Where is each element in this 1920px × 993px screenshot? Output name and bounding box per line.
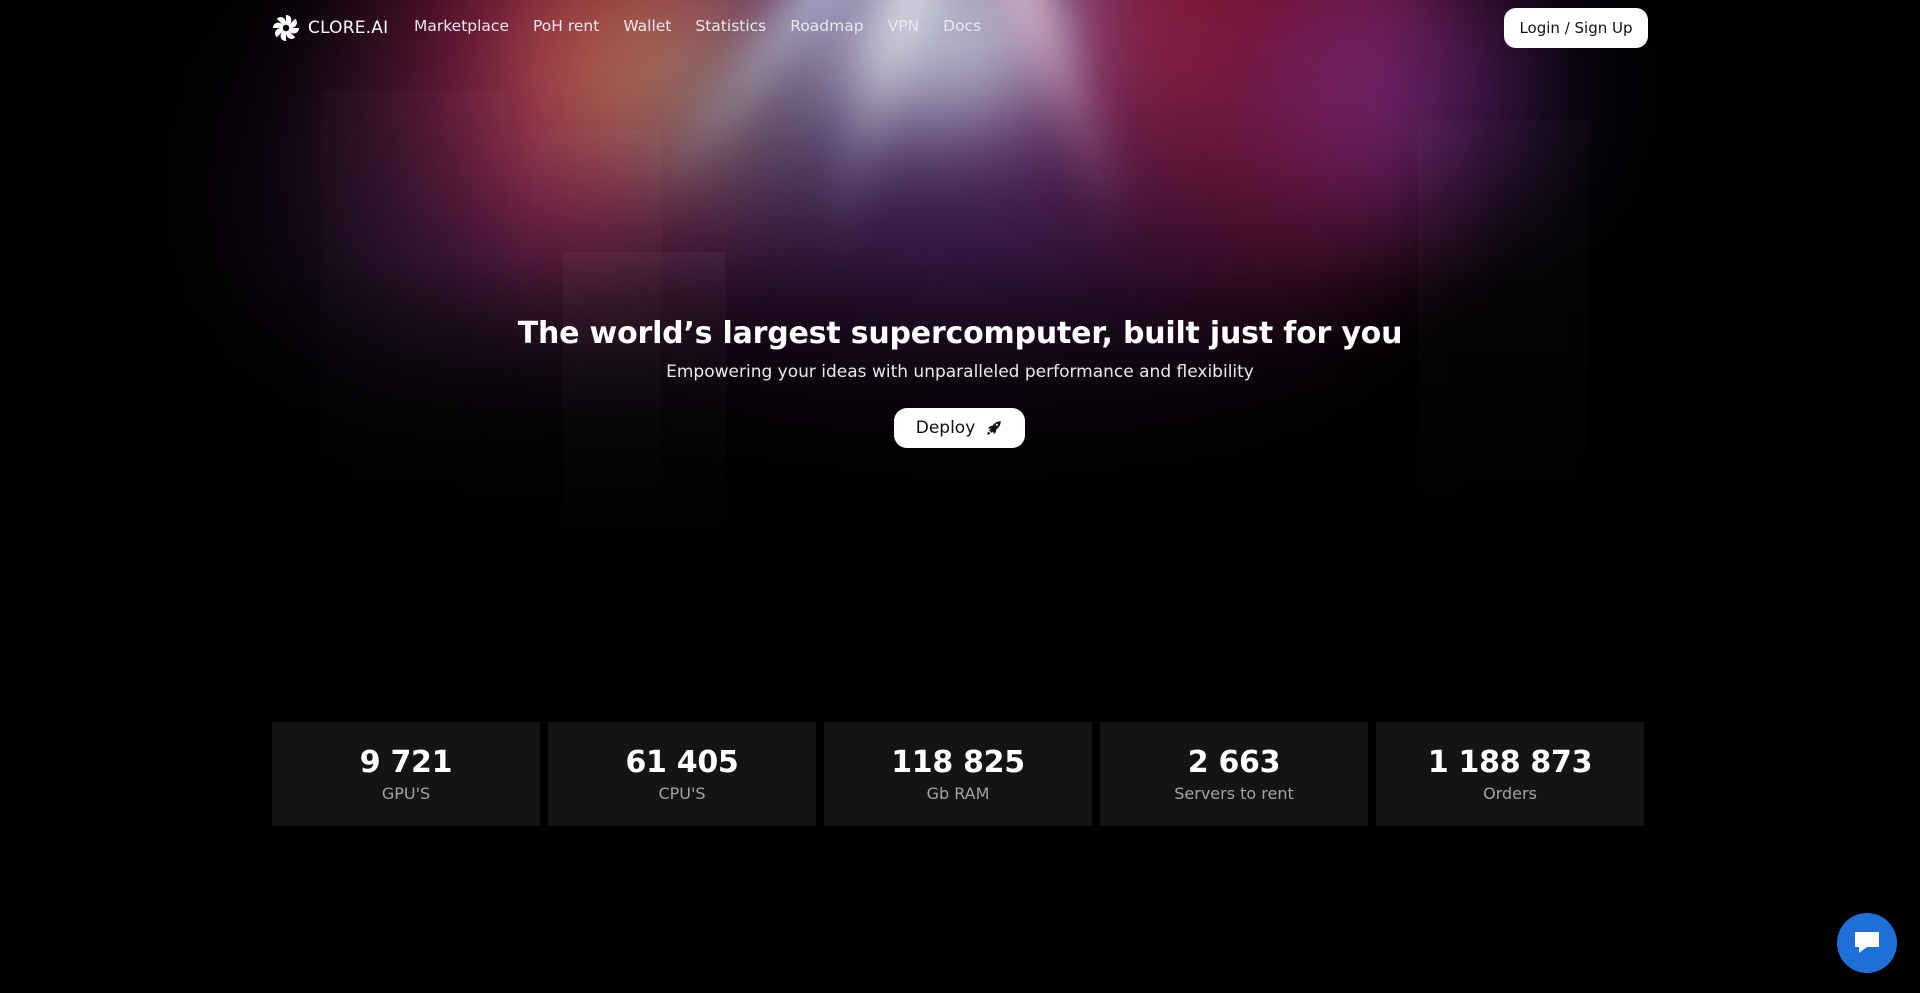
stat-card-ram: 118 825 Gb RAM — [824, 722, 1092, 826]
main-menu: Marketplace PoH rent Wallet Statistics R… — [414, 17, 1005, 35]
nav-item-statistics[interactable]: Statistics — [695, 17, 766, 35]
stat-label: GPU'S — [381, 784, 431, 803]
stat-value: 2 663 — [1187, 745, 1281, 780]
brand-name: CLORE.AI — [308, 18, 389, 38]
hero-title: The world’s largest supercomputer, built… — [517, 316, 1403, 351]
stat-label: Orders — [1483, 784, 1537, 803]
nav-item-marketplace[interactable]: Marketplace — [414, 17, 509, 35]
stat-card-cpus: 61 405 CPU'S — [548, 722, 816, 826]
stat-label: Servers to rent — [1174, 784, 1294, 803]
nav-item-roadmap[interactable]: Roadmap — [790, 17, 863, 35]
network-stats: 9 721 GPU'S 61 405 CPU'S 118 825 Gb RAM … — [272, 722, 1649, 826]
stat-label: Gb RAM — [926, 784, 990, 803]
stat-value: 61 405 — [625, 745, 739, 780]
stat-card-servers: 2 663 Servers to rent — [1100, 722, 1368, 826]
stat-value: 9 721 — [359, 745, 453, 780]
stat-card-orders: 1 188 873 Orders — [1376, 722, 1644, 826]
clore-swirl-logo-icon — [273, 15, 299, 41]
top-navigation: CLORE.AI Marketplace PoH rent Wallet Sta… — [0, 0, 1920, 56]
stat-label: CPU'S — [658, 784, 706, 803]
stat-value: 1 188 873 — [1427, 745, 1593, 780]
hero-subtitle: Empowering your ideas with unparalleled … — [666, 362, 1254, 382]
nav-item-vpn[interactable]: VPN — [888, 17, 920, 35]
chat-bubble-icon — [1855, 932, 1879, 953]
rocket-icon — [987, 421, 1002, 435]
nav-item-docs[interactable]: Docs — [943, 17, 981, 35]
nav-item-wallet[interactable]: Wallet — [623, 17, 671, 35]
deploy-button-label: Deploy — [915, 418, 976, 438]
deploy-button[interactable]: Deploy — [894, 408, 1025, 448]
chat-widget-button[interactable] — [1837, 913, 1897, 973]
brand-logo[interactable]: CLORE.AI — [272, 14, 388, 42]
stat-card-gpus: 9 721 GPU'S — [272, 722, 540, 826]
nav-item-poh-rent[interactable]: PoH rent — [533, 17, 599, 35]
stat-value: 118 825 — [891, 745, 1025, 780]
login-signup-button[interactable]: Login / Sign Up — [1504, 8, 1648, 48]
